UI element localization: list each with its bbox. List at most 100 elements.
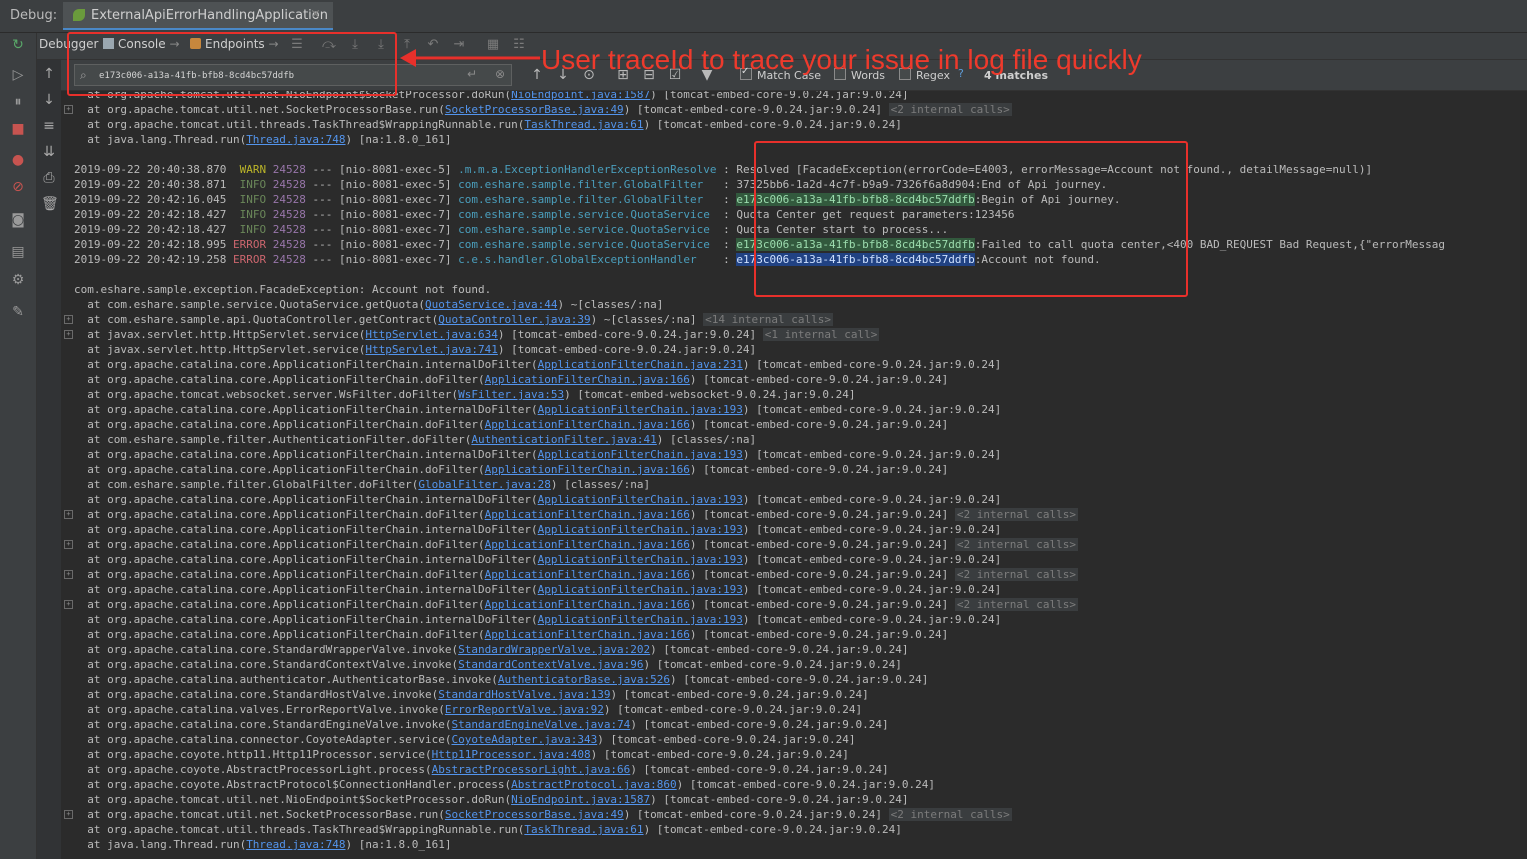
log-colon: : <box>723 208 730 221</box>
source-link[interactable]: StandardHostValve.java:139 <box>438 688 610 701</box>
tab-debugger[interactable]: Debugger <box>39 37 98 51</box>
internal-calls-label[interactable]: <2 internal calls> <box>954 568 1079 581</box>
source-link[interactable]: Thread.java:748 <box>246 133 345 146</box>
source-link[interactable]: ApplicationFilterChain.java:166 <box>485 628 690 641</box>
source-link[interactable]: ApplicationFilterChain.java:166 <box>485 538 690 551</box>
tab-console[interactable]: Console → <box>103 37 180 51</box>
console-output[interactable]: at org.apache.tomcat.util.net.NioEndpoin… <box>62 91 1527 859</box>
source-link[interactable]: TaskThread.java:61 <box>524 823 643 836</box>
internal-calls-label[interactable]: <14 internal calls> <box>703 313 834 326</box>
source-link[interactable]: ApplicationFilterChain.java:166 <box>485 463 690 476</box>
fold-toggle-icon[interactable]: + <box>64 810 73 819</box>
source-link[interactable]: CoyoteAdapter.java:343 <box>452 733 598 746</box>
trace-id-match[interactable]: e173c006-a13a-41fb-bfb8-8cd4bc57ddfb <box>736 238 975 251</box>
source-link[interactable]: ApplicationFilterChain.java:193 <box>538 403 743 416</box>
camera-icon[interactable]: ◙ <box>9 211 27 229</box>
step-into-icon[interactable]: ⤓ <box>347 37 363 53</box>
resume-icon[interactable]: ▷ <box>9 66 27 84</box>
trash-icon[interactable]: 🗑 <box>41 196 59 212</box>
tab-endpoints[interactable]: Endpoints → <box>190 37 279 51</box>
source-link[interactable]: GlobalFilter.java:28 <box>418 478 550 491</box>
run-config-tab-label: ExternalApiErrorHandlingApplication <box>91 8 328 23</box>
source-link[interactable]: AuthenticatorBase.java:526 <box>498 673 670 686</box>
stack-frame-line: at org.apache.catalina.core.StandardCont… <box>62 657 1527 672</box>
scroll-to-end-icon[interactable]: ⇊ <box>41 144 57 160</box>
source-link[interactable]: AuthenticationFilter.java:41 <box>471 433 656 446</box>
source-link[interactable]: ApplicationFilterChain.java:166 <box>485 568 690 581</box>
view-breakpoints-icon[interactable]: ● <box>9 151 27 169</box>
source-link[interactable]: ApplicationFilterChain.java:166 <box>485 418 690 431</box>
down-arrow-icon[interactable]: ↓ <box>41 92 57 108</box>
trace-id-match[interactable]: e173c006-a13a-41fb-bfb8-8cd4bc57ddfb <box>736 193 975 206</box>
source-link[interactable]: ApplicationFilterChain.java:166 <box>485 373 690 386</box>
internal-calls-label[interactable]: <1 internal call> <box>762 328 880 341</box>
source-link[interactable]: Http11Processor.java:408 <box>432 748 591 761</box>
log-message: :Failed to call quota center,<400 BAD_RE… <box>974 238 1445 251</box>
up-arrow-icon[interactable]: ↑ <box>41 66 57 82</box>
pin-icon[interactable]: ✎ <box>9 303 27 321</box>
source-link[interactable]: QuotaService.java:44 <box>425 298 557 311</box>
source-link[interactable]: ApplicationFilterChain.java:193 <box>538 493 743 506</box>
fold-toggle-icon[interactable]: + <box>64 315 73 324</box>
log-pid: 24528 <box>272 223 306 236</box>
stack-frame-line: at org.apache.tomcat.util.net.NioEndpoin… <box>62 91 1527 102</box>
source-link[interactable]: ApplicationFilterChain.java:166 <box>485 508 690 521</box>
rerun-icon[interactable]: ↻ <box>9 36 27 54</box>
mute-breakpoints-icon[interactable]: ⊘ <box>9 178 27 196</box>
source-link[interactable]: Thread.java:748 <box>246 838 345 851</box>
source-link[interactable]: TaskThread.java:61 <box>524 118 643 131</box>
source-link[interactable]: StandardContextValve.java:96 <box>458 658 643 671</box>
fold-toggle-icon[interactable]: + <box>64 570 73 579</box>
run-config-tab[interactable]: ExternalApiErrorHandlingApplication × <box>63 2 333 30</box>
internal-calls-label[interactable]: <2 internal calls> <box>954 538 1079 551</box>
source-link[interactable]: SocketProcessorBase.java:49 <box>445 103 624 116</box>
source-link[interactable]: ErrorReportValve.java:92 <box>445 703 604 716</box>
source-link[interactable]: ApplicationFilterChain.java:193 <box>538 583 743 596</box>
source-link[interactable]: AbstractProtocol.java:860 <box>511 778 677 791</box>
source-link[interactable]: ApplicationFilterChain.java:166 <box>485 598 690 611</box>
log-separator: --- <box>312 163 333 176</box>
soft-wrap-icon[interactable]: ≡ <box>41 118 57 134</box>
stop-icon[interactable]: ■ <box>9 120 27 138</box>
source-link[interactable]: WsFilter.java:53 <box>458 388 564 401</box>
log-pid: 24528 <box>272 208 306 221</box>
stack-frame-line: at com.eshare.sample.filter.GlobalFilter… <box>62 477 1527 492</box>
log-pid: 24528 <box>272 238 306 251</box>
source-link[interactable]: HttpServlet.java:634 <box>365 328 497 341</box>
source-link[interactable]: ApplicationFilterChain.java:231 <box>538 358 743 371</box>
source-link[interactable]: SocketProcessorBase.java:49 <box>445 808 624 821</box>
fold-toggle-icon[interactable]: + <box>64 105 73 114</box>
internal-calls-label[interactable]: <2 internal calls> <box>954 508 1079 521</box>
source-link[interactable]: ApplicationFilterChain.java:193 <box>538 553 743 566</box>
fold-toggle-icon[interactable]: + <box>64 540 73 549</box>
close-icon[interactable]: × <box>310 7 321 22</box>
source-link[interactable]: ApplicationFilterChain.java:193 <box>538 523 743 536</box>
internal-calls-label[interactable]: <2 internal calls> <box>888 808 1012 821</box>
source-link[interactable]: AbstractProcessorLight.java:66 <box>432 763 631 776</box>
log-message: Resolved [FacadeException(errorCode=E400… <box>736 163 1373 176</box>
internal-calls-label[interactable]: <2 internal calls> <box>888 103 1012 116</box>
source-link[interactable]: HttpServlet.java:741 <box>365 343 497 356</box>
source-link[interactable]: StandardWrapperValve.java:202 <box>458 643 650 656</box>
source-link[interactable]: StandardEngineValve.java:74 <box>452 718 631 731</box>
trace-id-match[interactable]: e173c006-a13a-41fb-bfb8-8cd4bc57ddfb <box>736 253 975 266</box>
fold-toggle-icon[interactable]: + <box>64 330 73 339</box>
source-link[interactable]: NioEndpoint.java:1587 <box>511 793 650 806</box>
gear-icon[interactable]: ⚙ <box>9 271 27 289</box>
fold-toggle-icon[interactable]: + <box>64 510 73 519</box>
log-level: ERROR <box>232 253 267 266</box>
source-link[interactable]: ApplicationFilterChain.java:193 <box>538 448 743 461</box>
source-link[interactable]: ApplicationFilterChain.java:193 <box>538 613 743 626</box>
step-over-icon[interactable]: ⤼ <box>321 37 337 53</box>
pause-icon[interactable]: ⏸ <box>9 93 27 111</box>
internal-calls-label[interactable]: <2 internal calls> <box>954 598 1079 611</box>
source-link[interactable]: QuotaController.java:39 <box>438 313 590 326</box>
stack-frame-line: at org.apache.catalina.core.ApplicationF… <box>62 447 1527 462</box>
layout-icon[interactable]: ▤ <box>9 243 27 261</box>
menu-icon[interactable]: ☰ <box>289 37 305 53</box>
force-step-into-icon[interactable]: ⤓ <box>373 37 389 53</box>
print-icon[interactable]: ⎙ <box>41 170 57 186</box>
source-link[interactable]: NioEndpoint.java:1587 <box>511 91 650 101</box>
fold-toggle-icon[interactable]: + <box>64 600 73 609</box>
stack-frame-text: at org.apache.catalina.connector.CoyoteA… <box>74 733 856 746</box>
